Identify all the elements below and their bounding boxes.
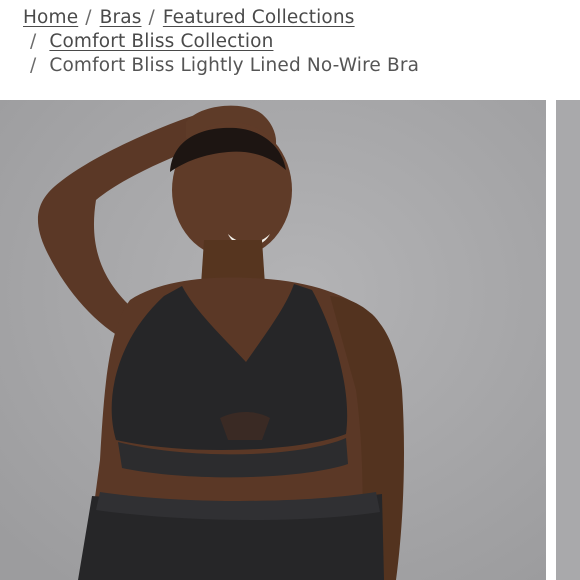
next-product-photo-peek[interactable] bbox=[556, 100, 580, 580]
breadcrumb-current-page: Comfort Bliss Lightly Lined No-Wire Bra bbox=[49, 55, 420, 76]
breadcrumb-line-2: / Comfort Bliss Collection bbox=[30, 30, 273, 54]
breadcrumb-home-link[interactable]: Home bbox=[23, 7, 78, 28]
product-image-gallery[interactable] bbox=[0, 100, 580, 580]
breadcrumb-bras-link[interactable]: Bras bbox=[100, 7, 142, 28]
breadcrumb-line-1: Home / Bras / Featured Collections bbox=[23, 6, 355, 30]
breadcrumb-separator: / bbox=[148, 7, 155, 28]
breadcrumb-comfort-bliss-collection-link[interactable]: Comfort Bliss Collection bbox=[49, 31, 273, 52]
breadcrumb-separator: / bbox=[85, 7, 92, 28]
breadcrumb-separator: / bbox=[30, 31, 37, 52]
breadcrumb-line-3: / Comfort Bliss Lightly Lined No-Wire Bra bbox=[30, 54, 419, 78]
breadcrumb-separator: / bbox=[30, 55, 37, 76]
model-photo-illustration bbox=[0, 100, 546, 580]
breadcrumb-featured-collections-link[interactable]: Featured Collections bbox=[163, 7, 355, 28]
product-photo[interactable] bbox=[0, 100, 546, 580]
